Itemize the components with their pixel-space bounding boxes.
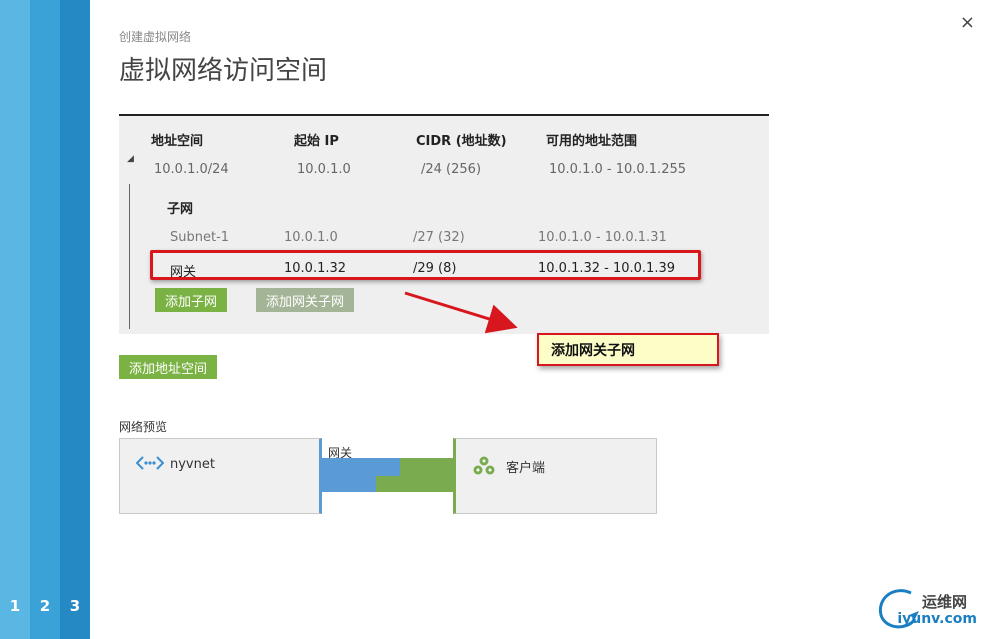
start-ip-value[interactable]: 10.0.1.0 <box>297 162 351 177</box>
header-start-ip: 起始 IP <box>294 134 339 149</box>
annotation-callout: 添加网关子网 <box>537 333 719 366</box>
add-subnet-button[interactable]: 添加子网 <box>155 288 228 312</box>
client-link-bar <box>376 476 453 492</box>
step-2-number: 2 <box>39 597 51 615</box>
step-1[interactable]: 1 <box>0 0 30 639</box>
client-name: 客户端 <box>506 461 546 476</box>
breadcrumb: 创建虚拟网络 <box>119 30 192 44</box>
step-2[interactable]: 2 <box>30 0 60 639</box>
subnet-section-title: 子网 <box>167 202 194 217</box>
vnet-link-bar-lower <box>322 476 376 492</box>
vnet-preview-box: nyvnet <box>119 438 322 514</box>
subnet-1-range: 10.0.1.0 - 10.0.1.31 <box>538 230 667 245</box>
vnet-name: nyvnet <box>170 457 215 472</box>
step-3-number: 3 <box>69 597 81 615</box>
usable-range-value: 10.0.1.0 - 10.0.1.255 <box>549 162 687 177</box>
gateway-link-bar-top <box>400 458 453 476</box>
watermark: 运维网 iyunv.com <box>873 583 983 633</box>
add-gateway-subnet-button[interactable]: 添加网关子网 <box>256 288 355 312</box>
step-rail: 1 2 3 <box>0 0 90 639</box>
address-space-value[interactable]: 10.0.1.0/24 <box>154 162 229 177</box>
watermark-text-cn: 运维网 <box>921 593 967 611</box>
header-usable-range: 可用的地址范围 <box>546 134 638 149</box>
virtual-network-icon <box>136 456 164 470</box>
vnet-link-bar <box>322 458 400 476</box>
subnet-1-name[interactable]: Subnet-1 <box>170 230 229 245</box>
gateway-row-highlight <box>150 250 701 280</box>
watermark-text-url: iyunv.com <box>897 611 977 627</box>
subnet-1-start-ip[interactable]: 10.0.1.0 <box>284 230 338 245</box>
client-icon <box>473 456 495 475</box>
page-title: 虚拟网络访问空间 <box>119 56 328 86</box>
subnet-tree-line <box>129 184 130 329</box>
subnet-1-cidr[interactable]: /27 (32) <box>413 230 465 245</box>
add-address-space-button[interactable]: 添加地址空间 <box>119 355 218 379</box>
header-cidr: CIDR (地址数) <box>416 134 507 149</box>
client-preview-box: 客户端 <box>453 438 657 514</box>
header-address-space: 地址空间 <box>151 134 204 149</box>
step-1-number: 1 <box>9 597 21 615</box>
annotation-arrow-icon <box>404 291 518 334</box>
network-preview-label: 网络预览 <box>119 420 168 434</box>
cidr-value[interactable]: /24 (256) <box>421 162 481 177</box>
dialog: 1 2 3 × 创建虚拟网络 虚拟网络访问空间 地址空间 起始 IP CIDR … <box>0 0 991 639</box>
collapse-triangle-icon[interactable]: ◢ <box>127 154 134 164</box>
close-icon[interactable]: × <box>960 12 975 33</box>
step-3[interactable]: 3 <box>60 0 90 639</box>
